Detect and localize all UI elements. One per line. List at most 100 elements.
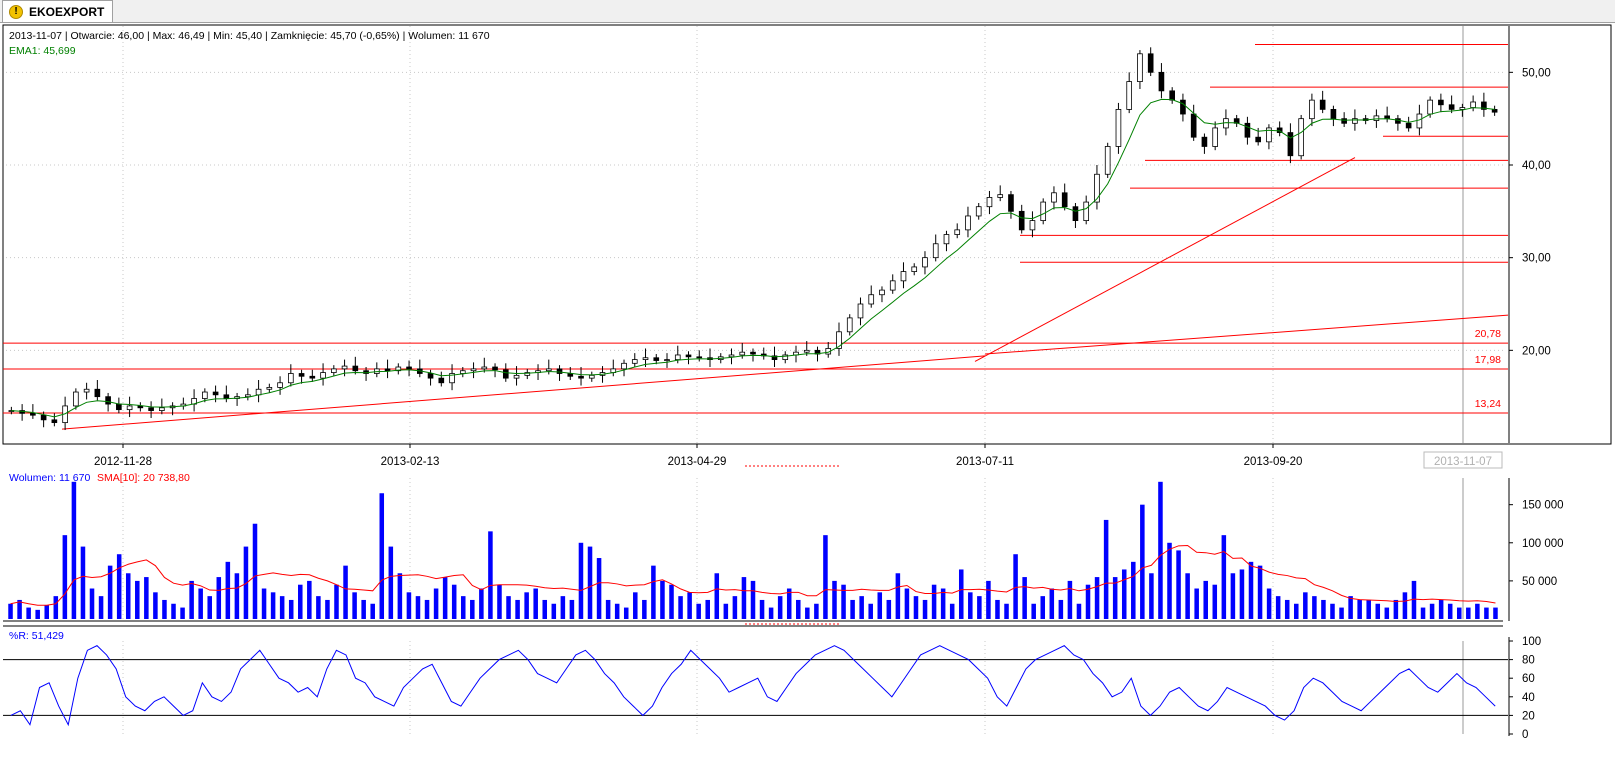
- chart-svg[interactable]: 2012-11-28 2013-02-13 2013-04-29 2013-07-11…: [0, 23, 1615, 764]
- candle-body: [51, 419, 58, 424]
- date-tick-label: 2013-07-11: [956, 456, 1014, 468]
- volume-bar: [587, 546, 593, 619]
- candle-body: [223, 394, 230, 399]
- volume-bar: [1330, 603, 1335, 619]
- candle-body: [1115, 109, 1122, 147]
- candle-body: [1169, 90, 1175, 101]
- candle-body: [459, 370, 466, 374]
- candle-body: [1373, 115, 1380, 121]
- volume-bar: [44, 605, 50, 619]
- volume-bar: [424, 599, 430, 619]
- volume-bar: [171, 603, 176, 619]
- candle-body: [1427, 99, 1433, 115]
- candle-body: [159, 407, 165, 411]
- ohlc-info: 2013-11-07 | Otwarcie: 46,00 | Max: 46,4…: [9, 30, 490, 42]
- volume-bar: [814, 603, 819, 619]
- volume-bar: [633, 592, 638, 619]
- volume-bar: [1447, 603, 1453, 619]
- volume-bar: [98, 596, 104, 619]
- candle-body: [384, 368, 391, 372]
- candle-body: [1190, 113, 1197, 138]
- volume-bar: [388, 546, 394, 619]
- level-label: 20,78: [1475, 328, 1501, 340]
- wr-tick-label: 0: [1522, 729, 1528, 741]
- volume-bar: [17, 599, 22, 619]
- candle-body: [331, 368, 337, 373]
- candle-body: [1008, 194, 1014, 212]
- candle-body: [255, 388, 262, 396]
- volume-bar: [433, 588, 439, 619]
- level-label: 13,24: [1475, 398, 1501, 410]
- volume-bar: [1266, 588, 1272, 619]
- volume-bar: [931, 584, 937, 619]
- volume-bar: [542, 599, 548, 619]
- volume-bar: [696, 603, 701, 619]
- volume-bar: [1040, 596, 1046, 619]
- candle-body: [1395, 118, 1401, 124]
- volume-bar: [614, 603, 620, 619]
- volume-bar: [415, 596, 421, 619]
- volume-bar: [1230, 573, 1236, 619]
- volume-bar: [1384, 607, 1390, 619]
- chart-area[interactable]: 2012-11-28 2013-02-13 2013-04-29 2013-07-11…: [0, 23, 1615, 764]
- candle-body: [664, 359, 670, 362]
- volume-bar: [460, 596, 466, 619]
- candle-body: [1040, 201, 1047, 221]
- volume-bar: [35, 609, 40, 619]
- date-tick-label: 2013-02-13: [381, 456, 440, 468]
- candle-body: [1126, 81, 1133, 110]
- volume-bar: [922, 599, 928, 619]
- candle-body: [492, 366, 498, 371]
- volume-bar: [1058, 599, 1064, 619]
- candle-body: [868, 294, 875, 305]
- volume-bar: [1429, 603, 1435, 619]
- volume-bar: [397, 573, 403, 619]
- volume-bar: [298, 584, 303, 619]
- candle-body: [1083, 201, 1090, 221]
- candle-body: [879, 289, 885, 296]
- volume-bar: [216, 577, 222, 619]
- candle-body: [846, 317, 853, 333]
- volume-bar: [198, 588, 203, 619]
- candle-body: [685, 354, 692, 358]
- volume-bar: [877, 592, 883, 619]
- candle-body: [266, 386, 273, 390]
- volume-bar: [977, 596, 982, 619]
- candle-body: [943, 234, 950, 245]
- volume-bar: [768, 607, 774, 619]
- tab-ekoexport[interactable]: ! EKOEXPORT: [2, 0, 114, 22]
- candle-body: [965, 215, 971, 231]
- candle-body: [1491, 109, 1498, 113]
- volume-bar: [26, 607, 31, 619]
- volume-bar: [62, 535, 68, 619]
- volume-bar: [80, 546, 86, 619]
- volume-bar: [823, 535, 828, 619]
- candle-body: [932, 243, 939, 259]
- volume-bar: [995, 599, 1000, 619]
- candle-body: [277, 382, 283, 388]
- volume-bar: [651, 565, 656, 619]
- wr-tick-label: 100: [1522, 636, 1541, 648]
- volume-bar: [1402, 592, 1408, 619]
- volume-bar: [71, 481, 77, 619]
- ema-info: EMA1: 45,699: [9, 45, 76, 57]
- candle-body: [1255, 136, 1261, 143]
- volume-bar: [506, 596, 511, 619]
- candle-body: [320, 372, 326, 379]
- price-panel-frame: [2, 24, 1612, 445]
- volume-bar: [687, 592, 692, 619]
- candle-body: [309, 375, 316, 379]
- volume-bar: [288, 599, 294, 619]
- volume-bar: [904, 588, 910, 619]
- candle-body: [1147, 53, 1154, 73]
- candle-body: [578, 375, 584, 379]
- trend-line: [984, 314, 1509, 355]
- volume-bar: [370, 603, 375, 619]
- candle-body: [588, 374, 595, 379]
- volume-bar: [316, 596, 321, 619]
- volume-bar: [8, 603, 13, 619]
- candle-body: [889, 280, 896, 291]
- volume-bar: [1357, 599, 1362, 619]
- candle-body: [126, 405, 133, 411]
- candle-body: [1029, 220, 1036, 231]
